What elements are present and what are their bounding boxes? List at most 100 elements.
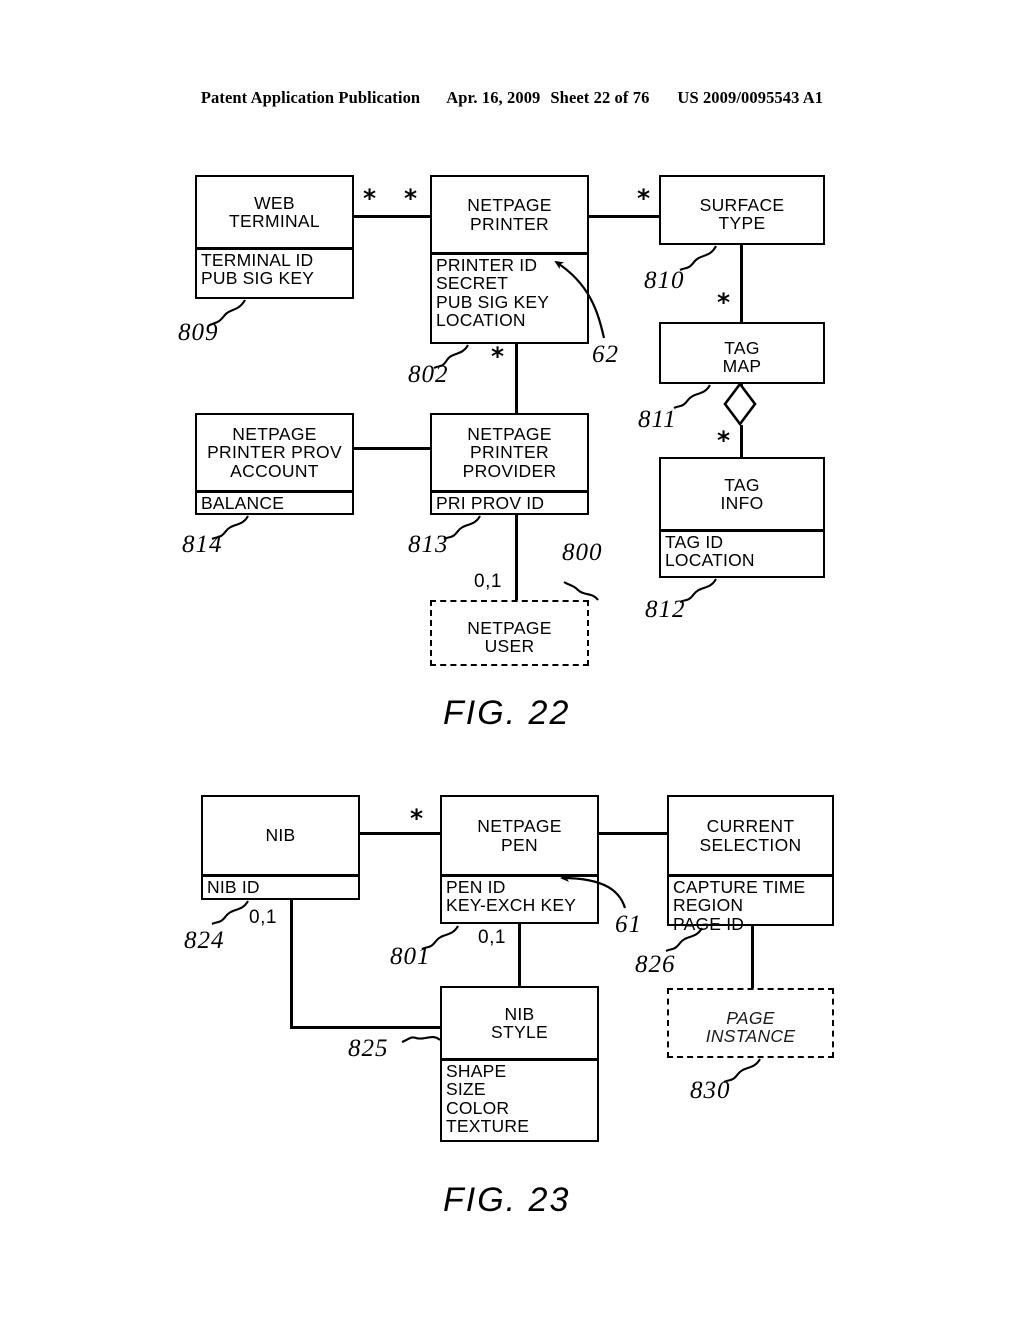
link-netpagepen-currentselection [599,832,667,835]
entity-title: WEB TERMINAL [197,177,352,247]
entity-tag-map[interactable]: TAG MAP [659,322,825,384]
entity-title: SURFACE TYPE [661,177,823,251]
entity-title: CURRENT SELECTION [669,797,832,874]
entity-web-terminal[interactable]: WEB TERMINAL TERMINAL ID PUB SIG KEY [195,175,354,299]
link-nib-netpagepen [358,832,440,835]
title-line: SELECTION [699,834,802,855]
title-line: PAGE [726,1007,775,1028]
multiplicity-asterisk-netpagepen: * [410,804,424,833]
title-line: ACCOUNT [230,460,319,481]
multiplicity-nib: 0,1 [249,907,277,928]
title-line: INFO [720,493,764,513]
multiplicity-netpageuser: 0,1 [474,571,502,592]
link-provaccount-printerprovider [352,447,432,450]
title-line: NETPAGE [467,195,552,216]
attribute: NIB ID [207,876,260,897]
multiplicity-asterisk-printerprovider: * [491,342,505,371]
title-line: WEB [254,192,295,213]
figure-caption-22: FIG. 22 [443,694,571,732]
attribute: PAGE ID [673,913,745,934]
entity-current-selection[interactable]: CURRENT SELECTION CAPTURE TIME REGION PA… [667,795,834,933]
entity-attributes: CAPTURE TIME REGION PAGE ID [669,877,832,936]
attribute: PUB SIG KEY [201,268,315,289]
reference-numeral-813: 813 [408,531,449,558]
multiplicity-asterisk-taginfo: * [717,426,731,455]
entity-attributes: TERMINAL ID PUB SIG KEY [197,250,352,297]
title-line: NETPAGE [232,423,317,444]
entity-netpage-printer-prov-account[interactable]: NETPAGE PRINTER PROV ACCOUNT BALANCE [195,413,354,515]
attribute: KEY-EXCH KEY [446,895,577,916]
multiplicity-asterisk-webterminal: * [363,184,377,213]
entity-title: PAGE INSTANCE [669,990,832,1064]
entity-title: NIB STYLE [442,988,597,1058]
link-netpageprinter-surfacetype [589,215,661,218]
title-line: INSTANCE [705,1026,796,1046]
link-currentselection-pageinstance [751,926,754,988]
entity-netpage-pen[interactable]: NETPAGE PEN PEN ID KEY-EXCH KEY [440,795,599,924]
reference-numeral-826: 826 [635,951,676,978]
entity-surface-type[interactable]: SURFACE TYPE [659,175,825,245]
leader-line-813 [443,515,481,540]
entity-attributes: SHAPE SIZE COLOR TEXTURE [442,1061,597,1140]
reference-numeral-830: 830 [690,1077,731,1104]
title-line: TAG [724,337,760,358]
title-line: NIB [265,825,296,846]
entity-netpage-printer[interactable]: NETPAGE PRINTER PRINTER ID SECRET PUB SI… [430,175,589,344]
title-line: TERMINAL [229,211,320,231]
attribute: SIZE [446,1079,486,1100]
reference-numeral-802: 802 [408,361,449,388]
attribute: TAG ID [665,531,724,552]
reference-numeral-825: 825 [348,1035,389,1062]
multiplicity-asterisk-tagmap: * [717,288,731,317]
entity-attributes: PRINTER ID SECRET PUB SIG KEY LOCATION [432,255,587,342]
entity-attributes: PEN ID KEY-EXCH KEY [442,877,597,922]
title-line: NETPAGE [467,423,552,444]
title-line: PROVIDER [462,460,557,481]
link-webterminal-netpageprinter [352,215,432,218]
title-line: PRINTER PROV [207,442,342,463]
entity-attributes: BALANCE [197,493,352,515]
title-line: PEN [501,834,538,855]
attribute: PEN ID [446,876,506,897]
attribute: REGION [673,895,744,916]
figure-caption-23: FIG. 23 [443,1181,571,1219]
attribute: PRI PROV ID [436,492,545,513]
entity-nib-style[interactable]: NIB STYLE SHAPE SIZE COLOR TEXTURE [440,986,599,1142]
title-line: PRINTER [470,213,549,234]
leader-line-800 [563,581,599,601]
entity-nib[interactable]: NIB NIB ID [201,795,360,900]
leader-line-825 [401,1036,441,1043]
attribute: COLOR [446,1097,510,1118]
title-line: NETPAGE [477,816,562,837]
entity-title: NETPAGE PRINTER [432,177,587,252]
attribute: PUB SIG KEY [436,291,550,312]
title-line: TAG [724,474,760,495]
link-printerprovider-netpageuser [515,512,518,602]
multiplicity-netpagepen: 0,1 [478,927,506,948]
entity-page-instance[interactable]: PAGE INSTANCE [667,988,834,1058]
reference-numeral-61: 61 [615,911,642,938]
attribute: LOCATION [665,550,755,571]
reference-numeral-62: 62 [592,341,619,368]
attribute: SECRET [436,273,509,294]
attribute: CAPTURE TIME [673,876,806,897]
title-line: SURFACE [699,194,785,215]
diagram-canvas: WEB TERMINAL TERMINAL ID PUB SIG KEY NET… [0,0,1024,1320]
title-line: NETPAGE [467,617,552,638]
reference-numeral-801: 801 [390,943,431,970]
title-line: USER [484,636,535,656]
reference-numeral-811: 811 [638,406,677,433]
title-line: MAP [722,356,762,376]
reference-numeral-824: 824 [184,927,225,954]
link-surfacetype-tagmap [740,245,743,323]
reference-numeral-810: 810 [644,267,685,294]
link-nib-nibstyle [290,1026,440,1029]
title-line: NIB [504,1003,535,1024]
reference-numeral-812: 812 [645,596,686,623]
entity-netpage-printer-provider[interactable]: NETPAGE PRINTER PROVIDER PRI PROV ID [430,413,589,515]
entity-tag-info[interactable]: TAG INFO TAG ID LOCATION [659,457,825,578]
attribute: BALANCE [201,492,285,513]
entity-title: NETPAGE PRINTER PROVIDER [432,415,587,490]
entity-netpage-user[interactable]: NETPAGE USER [430,600,589,666]
multiplicity-asterisk-surfacetype: * [637,184,651,213]
